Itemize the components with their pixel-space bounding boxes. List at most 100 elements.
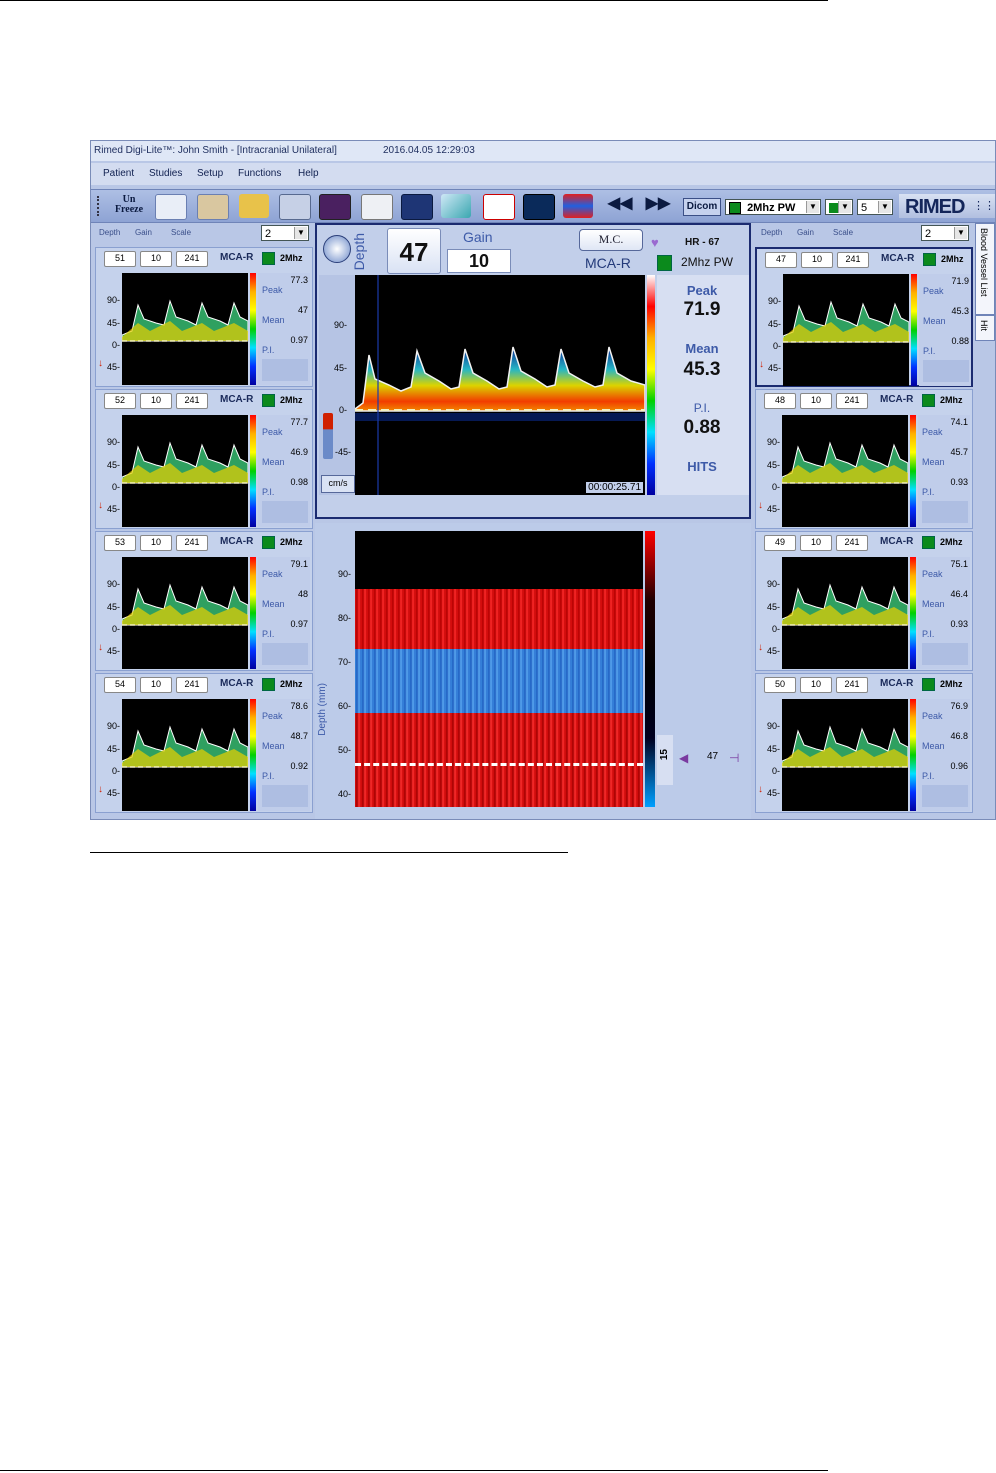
mode-label: 2Mhz PW [681,255,734,269]
grid-view-icon[interactable] [319,194,351,220]
marker-icon[interactable] [483,194,515,220]
open-folder-icon[interactable] [239,194,269,218]
channel-vessel: MCA-R [880,678,914,689]
rewind-icon[interactable]: ◀◀ [607,196,633,212]
channel-scale-box[interactable]: 241 [836,393,868,409]
report-icon[interactable] [155,194,187,220]
chevron-down-icon: ▼ [838,201,851,213]
channel-axis-label: 90- [766,721,780,731]
channel-axis-label: 0- [771,624,780,634]
unfreeze-button[interactable]: Un Freeze [109,195,149,217]
main-values-panel: Peak 71.9 Mean 45.3 P.I. 0.88 HITS [657,275,749,495]
units-button[interactable]: cm/s [321,475,355,493]
channel-scale-box[interactable]: 241 [176,677,208,693]
channel-depth-box[interactable]: 50 [764,677,796,693]
channel-axis-label: 45- [106,362,120,372]
tab-hit[interactable]: Hit [975,315,995,341]
channel-gain-box[interactable]: 10 [140,393,172,409]
channel-scale-box[interactable]: 241 [176,251,208,267]
chevron-down-icon: ▼ [878,201,891,213]
menu-help[interactable]: Help [298,163,319,185]
channel-gain-box[interactable]: 10 [800,535,832,551]
channel-depth-box[interactable]: 53 [104,535,136,551]
tab-blood-vessel-list[interactable]: Blood Vessel List [975,223,995,315]
mmode-icon[interactable] [563,194,593,218]
channel-gain-box[interactable]: 10 [140,677,172,693]
dicom-button[interactable]: Dicom [683,198,721,216]
channel-scale-box[interactable]: 241 [176,393,208,409]
channel-gain-box[interactable]: 10 [140,251,172,267]
probe-select[interactable]: 2Mhz PW ▼ [725,199,821,215]
mmode-gate-box[interactable]: 15 [657,735,673,785]
forward-arrow-icon[interactable] [441,194,471,218]
channel-axis-label: 0- [111,624,120,634]
channel-axis-label: 0- [111,482,120,492]
channel-panel[interactable]: 49 10 241 MCA-R 2Mhz 90- 45- 0- 45- ↓ 75.1 Peak 46.4… [755,531,973,671]
mmode-depth-marker: 47 [707,751,719,762]
channel-depth-box[interactable]: 47 [765,252,797,268]
channel-frequency: 2Mhz [941,254,964,264]
channel-gain-box[interactable]: 10 [800,677,832,693]
channel-panel[interactable]: 47 10 241 MCA-R 2Mhz 90- 45- 0- 45- ↓ 71.9 Peak 45.3… [755,247,973,387]
mc-button[interactable]: M.C. [579,229,643,251]
channel-mean-label: Mean [262,741,285,751]
channel-depth-box[interactable]: 48 [764,393,796,409]
channel-depth-box[interactable]: 54 [104,677,136,693]
channel-panel[interactable]: 54 10 241 MCA-R 2Mhz 90- 45- 0- 45- ↓ 78.6 Peak 48.7… [95,673,313,813]
depth-value-box[interactable]: 47 [387,228,441,274]
color-select[interactable]: ▼ [825,199,853,215]
gain-label: Gain [463,229,493,245]
main-spectrum-panel: Depth 47 Gain 10 M.C. MCA-R ♥ HR - 67 2M… [315,223,751,519]
channel-panel[interactable]: 48 10 241 MCA-R 2Mhz 90- 45- 0- 45- ↓ 74.1 Peak 45.7… [755,389,973,529]
right-scale-select[interactable]: 2 ▼ [921,225,969,241]
channel-scale-box[interactable]: 241 [836,677,868,693]
menu-studies[interactable]: Studies [149,163,182,185]
channel-depth-box[interactable]: 51 [104,251,136,267]
probe-dial-icon[interactable] [323,235,351,263]
channel-panel[interactable]: 52 10 241 MCA-R 2Mhz 90- 45- 0- 45- ↓ 77.7 Peak 46.9… [95,389,313,529]
channel-axis-label: 0- [771,482,780,492]
channel-panel[interactable]: 50 10 241 MCA-R 2Mhz 90- 45- 0- 45- ↓ 76.9 Peak 46.8… [755,673,973,813]
depth-cursor-icon[interactable]: ⊣ [729,751,739,765]
menu-setup[interactable]: Setup [197,163,223,185]
menu-functions[interactable]: Functions [238,163,281,185]
channel-scale-box[interactable]: 241 [836,535,868,551]
mmode-red-band-top [355,589,643,651]
patient-card-icon[interactable] [197,194,229,220]
channel-frequency: 2Mhz [280,679,303,689]
channel-gain-box[interactable]: 10 [800,393,832,409]
channel-peak-value: 79.1 [290,559,308,569]
channel-vessel: MCA-R [880,394,914,405]
channel-gain-box[interactable]: 10 [801,252,833,268]
channel-peak-label: Peak [923,286,944,296]
probe-direction-icon: ↓ [98,358,103,369]
channel-peak-label: Peak [922,427,943,437]
gain-value-box[interactable]: 10 [447,249,511,273]
channel-depth-box[interactable]: 52 [104,393,136,409]
mmode-axis-label: 50- [337,745,351,755]
fast-forward-icon[interactable]: ▶▶ [645,196,671,212]
channel-scale-box[interactable]: 241 [176,535,208,551]
channel-panel[interactable]: 53 10 241 MCA-R 2Mhz 90- 45- 0- 45- ↓ 79.1 Peak 48 Me… [95,531,313,671]
tab-hit-label: Hit [979,320,989,331]
channel-vessel: MCA-R [880,536,914,547]
channel-scale-box[interactable]: 241 [837,252,869,268]
print-icon[interactable] [279,194,311,220]
channel-spectrum-svg [782,583,908,626]
channel-color-scale [250,699,256,811]
spectrum-icon[interactable] [523,194,555,220]
channel-depth-box[interactable]: 49 [764,535,796,551]
channel-spectrum [122,699,248,811]
count-select[interactable]: 5 ▼ [857,199,893,215]
channel-status-indicator [262,252,275,265]
channel-hits-box [923,360,969,382]
layout-icon[interactable] [401,194,433,220]
mmode-gate-value: 15 [659,749,670,761]
menu-patient[interactable]: Patient [103,163,134,185]
channel-axis-label: 90- [766,437,780,447]
channel-panel[interactable]: 51 10 241 MCA-R 2Mhz 90- 45- 0- 45- ↓ 77.3 Peak 47 Me… [95,247,313,387]
left-scale-select[interactable]: 2 ▼ [261,225,309,241]
channel-gain-box[interactable]: 10 [140,535,172,551]
notes-icon[interactable] [361,194,393,220]
channel-axis-label: 0- [111,766,120,776]
